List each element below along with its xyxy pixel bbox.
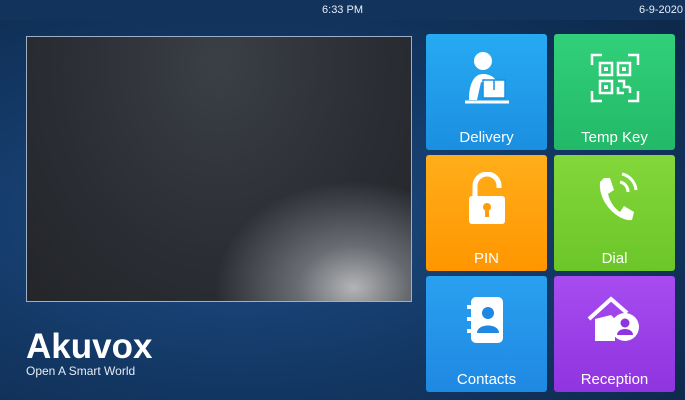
dial-button[interactable]: Dial — [554, 155, 675, 271]
delivery-person-icon — [457, 48, 517, 108]
contact-book-icon — [457, 290, 517, 350]
status-date: 6-9-2020 — [638, 4, 683, 16]
contacts-label: Contacts — [456, 371, 517, 388]
reception-button[interactable]: Reception — [554, 276, 675, 392]
pin-label: PIN — [473, 250, 499, 267]
brand-tagline: Open A Smart World — [26, 364, 136, 378]
contacts-button[interactable]: Contacts — [426, 276, 547, 392]
reception-label: Reception — [580, 371, 649, 388]
qr-code-icon — [585, 48, 645, 108]
brand-name: Akuvox — [26, 327, 153, 366]
camera-preview — [26, 36, 412, 302]
status-bar: 6:33 PM 6-9-2020 — [0, 0, 685, 20]
status-time: 6:33 PM — [322, 4, 363, 16]
temp-key-label: Temp Key — [581, 129, 648, 146]
phone-ringing-icon — [585, 169, 645, 229]
delivery-button[interactable]: Delivery — [426, 34, 547, 150]
brand-logo: Akuvox Open A Smart World — [26, 327, 153, 378]
temp-key-button[interactable]: Temp Key — [554, 34, 675, 150]
dial-label: Dial — [601, 250, 628, 267]
house-person-icon — [585, 290, 645, 350]
pin-button[interactable]: PIN — [426, 155, 547, 271]
unlocked-padlock-icon — [457, 169, 517, 229]
delivery-label: Delivery — [459, 129, 514, 146]
